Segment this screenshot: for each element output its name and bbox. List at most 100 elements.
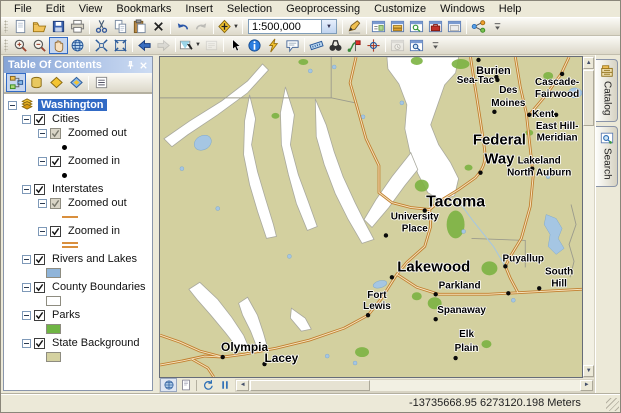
undo-button[interactable] bbox=[173, 18, 192, 35]
tree-collapse-icon[interactable] bbox=[22, 255, 31, 264]
toc-pin-button[interactable] bbox=[124, 59, 137, 72]
layer-symbol-line-double[interactable] bbox=[62, 242, 78, 248]
search-tab[interactable]: Search bbox=[596, 126, 618, 187]
time-slider-button[interactable] bbox=[388, 37, 407, 54]
map-horizontal-scrollbar[interactable]: ◄ ► bbox=[235, 379, 594, 392]
layer-label-interstates[interactable]: Interstates bbox=[49, 183, 106, 195]
add-data-dropdown-arrow-icon[interactable]: ▼ bbox=[233, 24, 239, 30]
map-canvas[interactable]: ) bbox=[159, 56, 583, 378]
menu-windows[interactable]: Windows bbox=[433, 2, 492, 16]
go-to-xy-button[interactable] bbox=[364, 37, 383, 54]
clear-selected-features-button[interactable] bbox=[202, 37, 221, 54]
menu-geoprocessing[interactable]: Geoprocessing bbox=[279, 2, 367, 16]
layer-label-interstates-zoomed-in[interactable]: Zoomed in bbox=[65, 225, 123, 237]
select-features-dropdown-arrow-icon[interactable]: ▼ bbox=[195, 42, 201, 48]
vertical-scroll-thumb[interactable] bbox=[583, 70, 594, 126]
scroll-down-arrow[interactable]: ▼ bbox=[583, 365, 594, 377]
map-scale-input[interactable] bbox=[249, 21, 321, 33]
refresh-view-button[interactable] bbox=[199, 378, 216, 392]
catalog-window-button[interactable] bbox=[388, 18, 407, 35]
toc-close-button[interactable] bbox=[137, 59, 150, 72]
layer-label-cities-zoomed-out[interactable]: Zoomed out bbox=[65, 127, 130, 139]
layer-visibility-checkbox[interactable] bbox=[50, 128, 61, 139]
table-of-contents-window-button[interactable] bbox=[369, 18, 388, 35]
list-by-selection-button[interactable] bbox=[66, 73, 86, 92]
tree-collapse-icon[interactable] bbox=[22, 339, 31, 348]
toc-options-button[interactable] bbox=[91, 73, 111, 92]
layer-label-parks[interactable]: Parks bbox=[49, 309, 83, 321]
layer-symbol-point[interactable] bbox=[62, 173, 67, 178]
viewer-window-button[interactable] bbox=[407, 37, 426, 54]
tree-collapse-icon[interactable] bbox=[22, 185, 31, 194]
layer-visibility-checkbox[interactable] bbox=[34, 338, 45, 349]
layer-label-state-background[interactable]: State Background bbox=[49, 337, 142, 349]
map-vertical-scrollbar[interactable]: ▲ ▼ bbox=[583, 56, 595, 378]
layer-visibility-checkbox[interactable] bbox=[50, 198, 61, 209]
layer-visibility-checkbox[interactable] bbox=[34, 282, 45, 293]
layer-visibility-checkbox[interactable] bbox=[34, 184, 45, 195]
data-view-button[interactable] bbox=[160, 378, 177, 392]
toolbar-grip[interactable] bbox=[4, 20, 8, 33]
editor-toolbar-button[interactable] bbox=[345, 18, 364, 35]
pause-drawing-button[interactable] bbox=[216, 378, 233, 392]
layer-label-cities-zoomed-in[interactable]: Zoomed in bbox=[65, 155, 123, 167]
layer-symbol-fill-blue[interactable] bbox=[46, 268, 61, 278]
go-back-extent-button[interactable] bbox=[135, 37, 154, 54]
layer-visibility-checkbox[interactable] bbox=[50, 226, 61, 237]
menu-view[interactable]: View bbox=[72, 2, 110, 16]
delete-button[interactable] bbox=[149, 18, 168, 35]
add-data-button[interactable]: ▼ bbox=[216, 18, 240, 35]
tree-collapse-icon[interactable] bbox=[22, 311, 31, 320]
menu-edit[interactable]: Edit bbox=[39, 2, 72, 16]
python-window-button[interactable] bbox=[445, 18, 464, 35]
search-window-button[interactable] bbox=[407, 18, 426, 35]
list-by-visibility-button[interactable] bbox=[46, 73, 66, 92]
layer-symbol-line-single[interactable] bbox=[62, 216, 78, 218]
tree-collapse-icon[interactable] bbox=[22, 283, 31, 292]
find-route-button[interactable] bbox=[345, 37, 364, 54]
print-button[interactable] bbox=[68, 18, 87, 35]
fixed-zoom-out-button[interactable] bbox=[111, 37, 130, 54]
layer-label-data-frame[interactable]: Washington bbox=[38, 99, 107, 111]
hyperlink-button[interactable] bbox=[264, 37, 283, 54]
layer-visibility-checkbox[interactable] bbox=[50, 156, 61, 167]
layer-label-cities[interactable]: Cities bbox=[49, 113, 83, 125]
tree-collapse-icon[interactable] bbox=[8, 101, 17, 110]
full-extent-button[interactable] bbox=[68, 37, 87, 54]
layer-symbol-fill-tan[interactable] bbox=[46, 352, 61, 362]
toolbar-grip[interactable] bbox=[4, 39, 8, 52]
list-by-drawing-order-button[interactable] bbox=[6, 73, 26, 92]
menu-insert[interactable]: Insert bbox=[178, 2, 220, 16]
layer-visibility-checkbox[interactable] bbox=[34, 114, 45, 125]
go-forward-extent-button[interactable] bbox=[154, 37, 173, 54]
map-scale-dropdown-button[interactable]: ▼ bbox=[321, 20, 336, 33]
zoom-in-button[interactable] bbox=[11, 37, 30, 54]
copy-button[interactable] bbox=[111, 18, 130, 35]
html-popup-button[interactable] bbox=[283, 37, 302, 54]
scroll-left-arrow[interactable]: ◄ bbox=[236, 380, 249, 391]
layer-symbol-fill-green[interactable] bbox=[46, 324, 61, 334]
menu-file[interactable]: File bbox=[7, 2, 39, 16]
layer-label-interstates-zoomed-out[interactable]: Zoomed out bbox=[65, 197, 130, 209]
select-features-button[interactable]: ▼ bbox=[178, 37, 202, 54]
menu-help[interactable]: Help bbox=[492, 2, 529, 16]
layer-symbol-point[interactable] bbox=[62, 145, 67, 150]
toolbar-overflow-button[interactable] bbox=[426, 37, 445, 54]
horizontal-scroll-thumb[interactable] bbox=[250, 380, 370, 391]
new-document-button[interactable] bbox=[11, 18, 30, 35]
tree-collapse-icon[interactable] bbox=[22, 115, 31, 124]
toolbar-overflow-button[interactable] bbox=[488, 18, 507, 35]
open-document-button[interactable] bbox=[30, 18, 49, 35]
tree-collapse-icon[interactable] bbox=[38, 157, 47, 166]
layer-visibility-checkbox[interactable] bbox=[34, 254, 45, 265]
modelbuilder-button[interactable] bbox=[469, 18, 488, 35]
identify-button[interactable] bbox=[245, 37, 264, 54]
list-by-source-button[interactable] bbox=[26, 73, 46, 92]
layer-symbol-fill-hollow[interactable] bbox=[46, 296, 61, 306]
scroll-right-arrow[interactable]: ► bbox=[580, 380, 593, 391]
layer-label-rivers-and-lakes[interactable]: Rivers and Lakes bbox=[49, 253, 140, 265]
save-document-button[interactable] bbox=[49, 18, 68, 35]
catalog-tab[interactable]: Catalog bbox=[596, 59, 618, 122]
zoom-out-button[interactable] bbox=[30, 37, 49, 54]
select-elements-button[interactable] bbox=[226, 37, 245, 54]
